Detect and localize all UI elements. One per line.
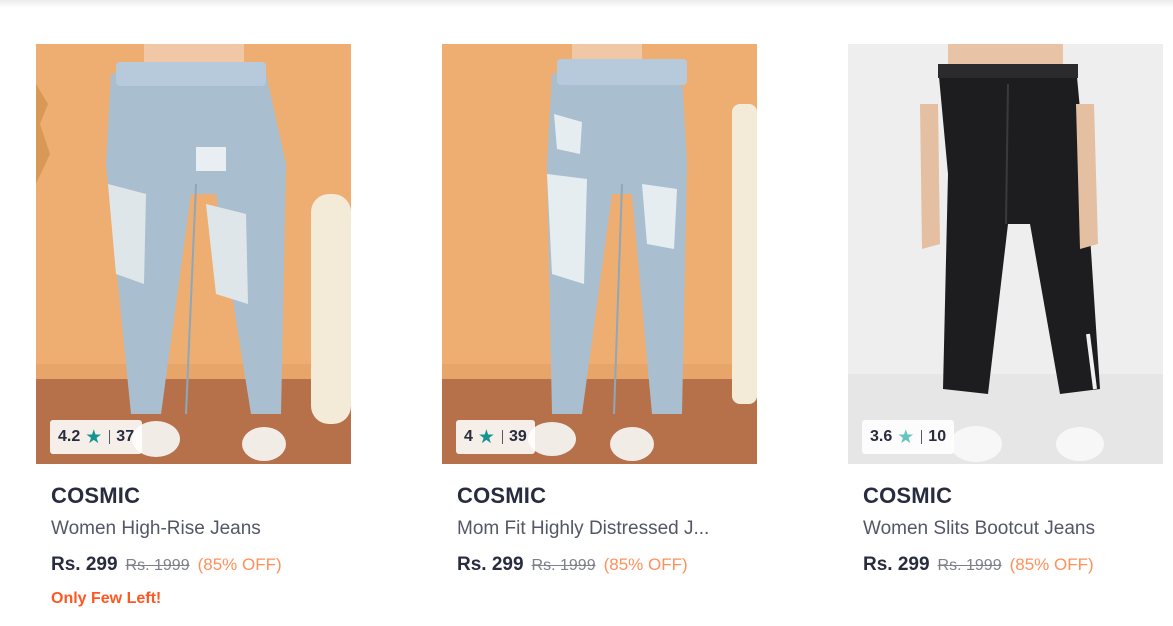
rating-value: 4.2: [58, 428, 81, 445]
star-icon: ★: [477, 426, 495, 448]
product-card[interactable]: 4 ★ 39 COSMIC Mom Fit Highly Distressed …: [442, 44, 757, 576]
product-mrp: Rs. 1999: [125, 557, 190, 574]
product-brand: COSMIC: [863, 483, 953, 508]
product-name: Mom Fit Highly Distressed J...: [457, 518, 710, 539]
product-price: Rs. 299: [51, 554, 118, 575]
rating-badge: 3.6 ★ 10: [862, 420, 955, 454]
product-card[interactable]: 4.2 ★ 37 COSMIC Women High-Rise Jeans Rs…: [36, 44, 351, 608]
product-mrp: Rs. 1999: [937, 557, 1002, 574]
stock-warning: Only Few Left!: [51, 590, 162, 607]
price-row: Rs. 299 Rs. 1999 (85% OFF): [457, 554, 742, 576]
product-image[interactable]: 4 ★ 39: [442, 44, 757, 464]
product-photo: [442, 44, 757, 464]
product-info[interactable]: COSMIC Women High-Rise Jeans Rs. 299 Rs.…: [36, 464, 351, 608]
product-image[interactable]: 3.6 ★ 10: [848, 44, 1163, 464]
product-price: Rs. 299: [863, 554, 930, 575]
product-card[interactable]: 3.6 ★ 10 COSMIC Women Slits Bootcut Jean…: [848, 44, 1163, 576]
star-icon: ★: [897, 426, 915, 448]
product-info[interactable]: COSMIC Mom Fit Highly Distressed J... Rs…: [442, 464, 757, 576]
rating-divider: [921, 430, 923, 444]
product-brand: COSMIC: [457, 483, 547, 508]
product-mrp: Rs. 1999: [531, 557, 596, 574]
product-photo: [848, 44, 1163, 464]
rating-divider: [109, 430, 111, 444]
product-discount: (85% OFF): [197, 555, 282, 574]
rating-count: 39: [508, 428, 527, 445]
price-row: Rs. 299 Rs. 1999 (85% OFF): [51, 554, 336, 576]
rating-divider: [501, 430, 503, 444]
product-info[interactable]: COSMIC Women Slits Bootcut Jeans Rs. 299…: [848, 464, 1163, 576]
rating-badge: 4 ★ 39: [456, 420, 535, 454]
rating-badge: 4.2 ★ 37: [50, 420, 143, 454]
product-price: Rs. 299: [457, 554, 524, 575]
product-brand: COSMIC: [51, 483, 141, 508]
product-photo: [36, 44, 351, 464]
product-name: Women Slits Bootcut Jeans: [863, 518, 1095, 539]
header-shadow: [0, 0, 1173, 8]
rating-value: 4: [464, 428, 473, 445]
product-name: Women High-Rise Jeans: [51, 518, 261, 539]
price-row: Rs. 299 Rs. 1999 (85% OFF): [863, 554, 1148, 576]
product-image[interactable]: 4.2 ★ 37: [36, 44, 351, 464]
product-discount: (85% OFF): [1009, 555, 1094, 574]
rating-count: 10: [928, 428, 947, 445]
product-discount: (85% OFF): [603, 555, 688, 574]
rating-value: 3.6: [870, 428, 893, 445]
rating-count: 37: [116, 428, 135, 445]
star-icon: ★: [85, 426, 103, 448]
